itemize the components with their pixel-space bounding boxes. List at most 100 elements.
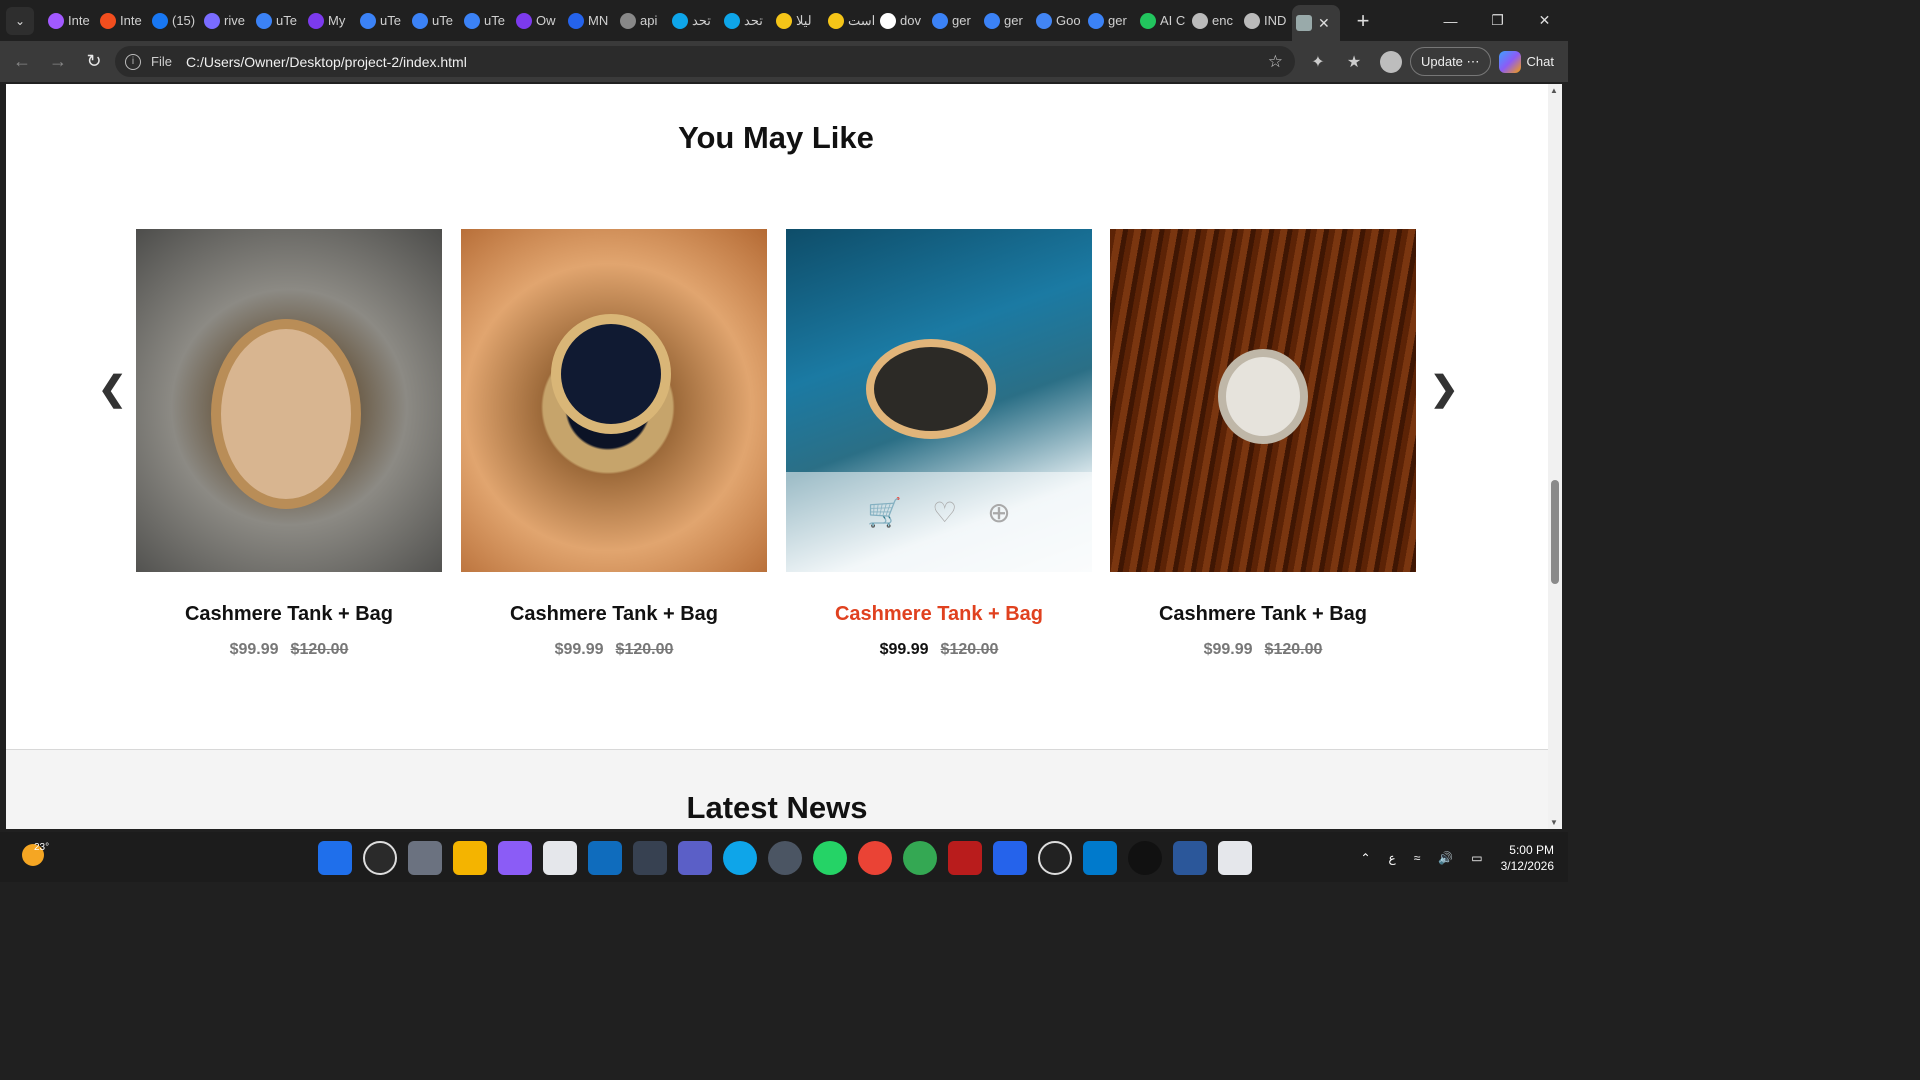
product-price: $99.99	[879, 641, 929, 658]
product-image[interactable]: 🛒 ♡ ⊕	[786, 229, 1092, 572]
star-icon[interactable]: ☆	[1268, 52, 1283, 72]
chrome-profile-icon[interactable]	[903, 841, 937, 875]
new-tab-button[interactable]: +	[1346, 4, 1380, 38]
browser-tab[interactable]: ger	[980, 6, 1032, 36]
snipping-tool-icon[interactable]	[1218, 841, 1252, 875]
chevron-up-icon[interactable]: ⌃	[1360, 851, 1370, 865]
solitaire-icon[interactable]	[633, 841, 667, 875]
clock[interactable]: 5:00 PM 3/12/2026	[1501, 842, 1554, 874]
product-name[interactable]: Cashmere Tank + Bag	[786, 603, 1092, 626]
favorites-icon[interactable]: ★	[1336, 52, 1372, 72]
browser-tab[interactable]: enc	[1188, 6, 1240, 36]
update-button[interactable]: Update ⋯	[1409, 47, 1491, 76]
browser-tab[interactable]: My	[304, 6, 356, 36]
product-image[interactable]	[461, 229, 767, 572]
wifi-icon[interactable]: ≈	[1414, 851, 1421, 865]
info-icon[interactable]: i	[125, 53, 141, 70]
carousel-prev-chevron-icon[interactable]: ❮	[98, 369, 127, 409]
address-bar[interactable]: i File C:/Users/Owner/Desktop/project-2/…	[115, 46, 1295, 77]
favicon-icon	[568, 12, 584, 29]
product-card[interactable]: Cashmere Tank + Bag $99.99 $120.00	[136, 229, 442, 659]
heart-icon[interactable]: ♡	[932, 496, 957, 529]
scrollbar-thumb[interactable]	[1551, 480, 1559, 584]
browser-tab[interactable]: uTe	[356, 6, 408, 36]
product-actions: 🛒 ♡ ⊕	[786, 472, 1092, 572]
browser-tab[interactable]: uTe	[408, 6, 460, 36]
word-icon[interactable]	[1173, 841, 1207, 875]
product-card[interactable]: Cashmere Tank + Bag $99.99 $120.00	[1110, 229, 1416, 659]
chatgpt-icon[interactable]	[1038, 841, 1072, 875]
clock-time: 5:00 PM	[1509, 843, 1554, 857]
browser-tab[interactable]: تحد	[668, 6, 720, 36]
reload-icon[interactable]: ↻	[76, 44, 112, 80]
product-card[interactable]: Cashmere Tank + Bag $99.99 $120.00	[461, 229, 767, 659]
outlook-icon[interactable]	[588, 841, 622, 875]
product-price: $99.99	[554, 641, 604, 658]
whatsapp-icon[interactable]	[813, 841, 847, 875]
browser-tab[interactable]: است	[824, 6, 876, 36]
input-language[interactable]: ع	[1389, 851, 1396, 865]
browser-tab[interactable]: Goo	[1032, 6, 1084, 36]
product-image[interactable]	[1110, 229, 1416, 572]
minimize-icon[interactable]: —	[1427, 0, 1474, 41]
url-text[interactable]: C:/Users/Owner/Desktop/project-2/index.h…	[186, 54, 467, 70]
browser-tab[interactable]: ger	[928, 6, 980, 36]
back-arrow-icon[interactable]: ←	[4, 44, 40, 80]
favicon-icon	[1088, 12, 1104, 29]
file-explorer-icon[interactable]	[453, 841, 487, 875]
active-tab[interactable]: ✕	[1292, 5, 1340, 41]
chrome-icon[interactable]	[858, 841, 892, 875]
browser-tab[interactable]: Ow	[512, 6, 564, 36]
edge-icon[interactable]	[723, 841, 757, 875]
task-view-icon[interactable]	[408, 841, 442, 875]
product-image[interactable]	[136, 229, 442, 572]
copilot-app-icon[interactable]	[498, 841, 532, 875]
extensions-icon[interactable]: ✦	[1300, 52, 1336, 72]
profile-avatar[interactable]	[1379, 50, 1402, 73]
browser-tab[interactable]: Inte	[44, 6, 96, 36]
carousel-next-chevron-icon[interactable]: ❯	[1430, 369, 1459, 409]
browser-tab[interactable]: MN	[564, 6, 616, 36]
browser-tab[interactable]: IND	[1240, 6, 1292, 36]
browser-tab[interactable]: AI C	[1136, 6, 1188, 36]
browser-tab[interactable]: api	[616, 6, 668, 36]
browser-tab[interactable]: dov	[876, 6, 928, 36]
product-name[interactable]: Cashmere Tank + Bag	[136, 603, 442, 626]
browser-tab[interactable]: uTe	[460, 6, 512, 36]
scroll-down-icon[interactable]: ▼	[1550, 818, 1558, 827]
product-name[interactable]: Cashmere Tank + Bag	[461, 603, 767, 626]
battery-icon[interactable]: ▭	[1471, 851, 1482, 865]
search-icon[interactable]	[363, 841, 397, 875]
browser-tab[interactable]: rive	[200, 6, 252, 36]
product-card-hovered[interactable]: 🛒 ♡ ⊕ Cashmere Tank + Bag $99.99 $120.00	[786, 229, 1092, 659]
close-window-icon[interactable]: ✕	[1521, 0, 1568, 41]
scroll-up-icon[interactable]: ▲	[1550, 86, 1558, 95]
browser-tab[interactable]: uTe	[252, 6, 304, 36]
winrar-icon[interactable]	[948, 841, 982, 875]
browser-tab[interactable]: ليلا	[772, 6, 824, 36]
browser-tab[interactable]: (15)	[148, 6, 200, 36]
forward-arrow-icon[interactable]: →	[40, 44, 76, 80]
volume-icon[interactable]: 🔊	[1438, 851, 1453, 865]
restore-icon[interactable]: ❐	[1474, 0, 1521, 41]
chat-button[interactable]: Chat	[1498, 50, 1554, 73]
tiktok-icon[interactable]	[1128, 841, 1162, 875]
teams-icon[interactable]	[678, 841, 712, 875]
browser-tab[interactable]: تحد	[720, 6, 772, 36]
product-name[interactable]: Cashmere Tank + Bag	[1110, 603, 1416, 626]
favicon-icon	[672, 12, 688, 29]
favicon-icon	[516, 12, 532, 29]
vscode-icon[interactable]	[1083, 841, 1117, 875]
toolbar-right: ✦ ★ Update ⋯ Chat	[1300, 41, 1568, 82]
zoom-in-icon[interactable]: ⊕	[987, 496, 1010, 529]
close-tab-icon[interactable]: ✕	[1318, 15, 1330, 32]
tab-actions-menu[interactable]: ⌄	[6, 6, 34, 35]
browser-tab[interactable]: Inte	[96, 6, 148, 36]
photos-icon[interactable]	[993, 841, 1027, 875]
store-icon[interactable]	[543, 841, 577, 875]
page-scrollbar[interactable]: ▲ ▼	[1548, 84, 1562, 829]
media-player-icon[interactable]	[768, 841, 802, 875]
add-to-cart-icon[interactable]: 🛒	[867, 496, 902, 529]
browser-tab[interactable]: ger	[1084, 6, 1136, 36]
start-icon[interactable]	[318, 841, 352, 875]
